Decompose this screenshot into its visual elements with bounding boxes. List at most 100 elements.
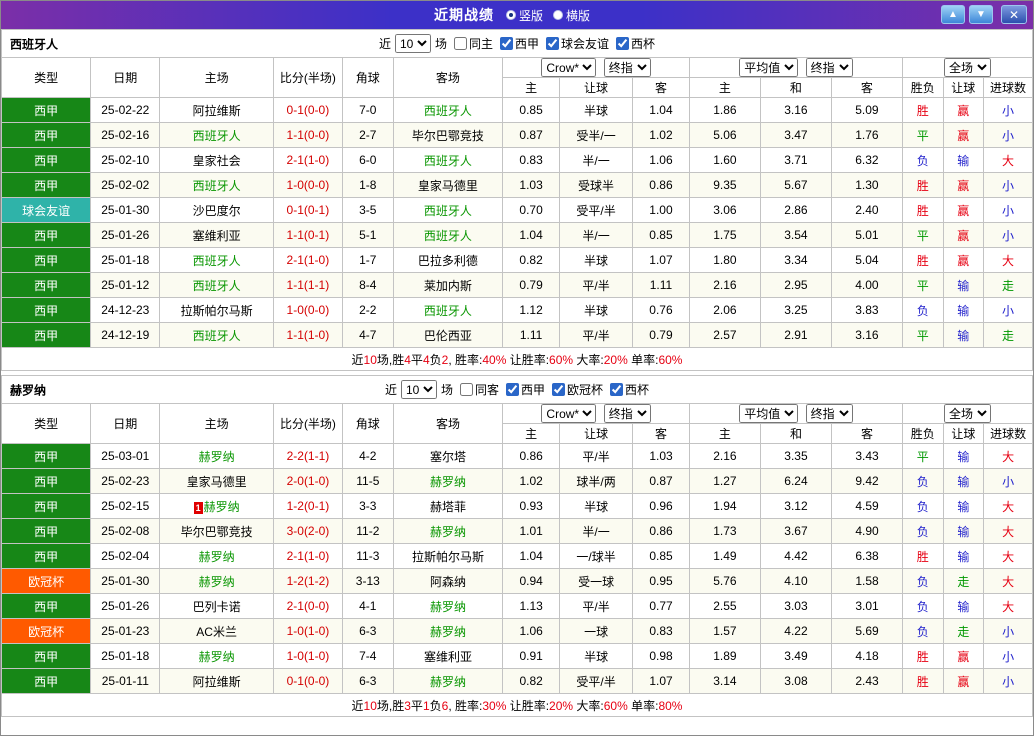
asian-source-select[interactable]: Crow* (541, 58, 597, 77)
team-name-link[interactable]: 赫罗纳 (199, 450, 235, 464)
team-name-link[interactable]: 毕尔巴鄂竞技 (412, 129, 484, 143)
euro-home-odds: 2.57 (688, 322, 761, 348)
layout-radio-horizontal[interactable]: 横版 (553, 7, 590, 24)
match-score-link[interactable]: 0-1(0-1) (272, 197, 343, 223)
match-score-link[interactable]: 1-1(1-0) (272, 322, 343, 348)
match-score-link[interactable]: 1-0(0-0) (272, 172, 343, 198)
result-goals: 大 (983, 568, 1033, 594)
scope-select[interactable]: 全场 (944, 404, 991, 423)
close-button[interactable]: ✕ (1001, 5, 1027, 24)
team-name-link[interactable]: 塞尔塔 (430, 450, 466, 464)
result-outcome: 平 (901, 122, 944, 148)
team-name-link[interactable]: 西班牙人 (424, 204, 472, 218)
team-name-link[interactable]: 西班牙人 (424, 229, 472, 243)
ucl-checkbox[interactable] (552, 383, 566, 396)
team-name-link[interactable]: 毕尔巴鄂竞技 (181, 525, 253, 539)
team-name-link[interactable]: 西班牙人 (424, 104, 472, 118)
match-score-link[interactable]: 1-1(1-1) (272, 272, 343, 298)
filter-bar: 近 10 场 同主 西甲 球会友谊 西杯 (3, 31, 1032, 57)
team-name-link[interactable]: 赫罗纳 (430, 475, 466, 489)
team-name-link[interactable]: 塞维利亚 (193, 229, 241, 243)
same-home-checkbox[interactable] (453, 37, 467, 50)
ucl-filter[interactable]: 欧冠杯 (552, 381, 603, 398)
team-name-link[interactable]: 皇家社会 (193, 154, 241, 168)
team-name-link[interactable]: 西班牙人 (424, 154, 472, 168)
filter-bar: 近 10 场 同客 西甲 欧冠杯 西杯 (3, 377, 1032, 403)
same-away-checkbox[interactable] (459, 383, 473, 396)
match-score-link[interactable]: 2-1(1-0) (272, 247, 343, 273)
team-name-link[interactable]: 拉斯帕尔马斯 (412, 550, 484, 564)
same-away-filter[interactable]: 同客 (459, 381, 499, 398)
match-score-link[interactable]: 1-1(0-1) (272, 222, 343, 248)
match-score-link[interactable]: 2-0(1-0) (272, 468, 343, 494)
match-score-link[interactable]: 1-2(1-2) (272, 568, 343, 594)
match-score-link[interactable]: 1-1(0-0) (272, 122, 343, 148)
laliga-filter[interactable]: 西甲 (506, 381, 545, 398)
recent-count-select[interactable]: 10 (394, 34, 431, 53)
euro-kind-select[interactable]: 终指 (805, 58, 853, 77)
asian-kind-select[interactable]: 终指 (603, 58, 651, 77)
team-name-link[interactable]: 西班牙人 (193, 279, 241, 293)
team-name-link[interactable]: 阿拉维斯 (193, 675, 241, 689)
match-score-link[interactable]: 0-1(0-0) (272, 97, 343, 123)
match-score-link[interactable]: 3-0(2-0) (272, 518, 343, 544)
team-name-link[interactable]: AC米兰 (196, 625, 237, 639)
copa-checkbox[interactable] (610, 383, 624, 396)
match-score-link[interactable]: 2-1(1-0) (272, 147, 343, 173)
team-name-link[interactable]: 赫罗纳 (199, 550, 235, 564)
team-name-link[interactable]: 赫罗纳 (199, 575, 235, 589)
laliga-checkbox[interactable] (506, 383, 519, 396)
same-home-filter[interactable]: 同主 (453, 35, 493, 52)
match-score-link[interactable]: 2-2(1-1) (272, 443, 343, 469)
team-name-link[interactable]: 赫罗纳 (430, 675, 466, 689)
team-name-link[interactable]: 阿拉维斯 (193, 104, 241, 118)
team-name-link[interactable]: 沙巴度尔 (193, 204, 241, 218)
match-score-link[interactable]: 1-2(0-1) (272, 493, 343, 519)
copa-checkbox[interactable] (616, 37, 630, 50)
euro-source-select[interactable]: 平均值 (739, 58, 799, 77)
scope-select[interactable]: 全场 (943, 58, 991, 77)
match-score-link[interactable]: 2-1(0-0) (272, 593, 343, 619)
away-team-cell: 塞维利亚 (392, 643, 504, 669)
match-score-link[interactable]: 1-0(1-0) (272, 618, 343, 644)
team-name-link[interactable]: 巴伦西亚 (424, 329, 472, 343)
team-name-link[interactable]: 巴拉多利德 (418, 254, 478, 268)
match-score-link[interactable]: 1-0(1-0) (272, 643, 343, 669)
layout-radio-vertical[interactable]: 竖版 (505, 7, 543, 24)
scroll-down-button[interactable]: ▼ (969, 5, 993, 24)
team-name-link[interactable]: 赫罗纳 (430, 600, 466, 614)
team-name-link[interactable]: 拉斯帕尔马斯 (181, 304, 253, 318)
euro-source-select[interactable]: 平均值 (739, 404, 799, 423)
team-name-link[interactable]: 西班牙人 (424, 304, 472, 318)
team-name-link[interactable]: 赫罗纳 (430, 525, 466, 539)
team-name-link[interactable]: 皇家马德里 (418, 179, 478, 193)
asian-kind-select[interactable]: 终指 (603, 404, 651, 423)
asian-source-select[interactable]: Crow* (541, 404, 597, 423)
match-score-link[interactable]: 0-1(0-0) (272, 668, 343, 694)
friendly-checkbox[interactable] (546, 37, 560, 50)
copa-filter[interactable]: 西杯 (610, 381, 649, 398)
team-name-link[interactable]: 西班牙人 (193, 254, 241, 268)
team-name-link[interactable]: 西班牙人 (193, 129, 241, 143)
team-name-link[interactable]: 西班牙人 (193, 179, 241, 193)
team-name-link[interactable]: 莱加内斯 (424, 279, 472, 293)
team-name-link[interactable]: 巴列卡诺 (193, 600, 241, 614)
team-name-link[interactable]: 赫罗纳 (430, 625, 466, 639)
team-name-link[interactable]: 西班牙人 (193, 329, 241, 343)
team-name-link[interactable]: 赫罗纳 (204, 500, 240, 514)
scroll-up-button[interactable]: ▲ (941, 5, 965, 24)
match-score-link[interactable]: 2-1(1-0) (272, 543, 343, 569)
match-score-link[interactable]: 1-0(0-0) (272, 297, 343, 323)
team-name-link[interactable]: 皇家马德里 (187, 475, 247, 489)
league-type: 西甲 (1, 97, 92, 123)
friendly-filter[interactable]: 球会友谊 (546, 35, 609, 52)
team-name-link[interactable]: 赫塔菲 (430, 500, 466, 514)
recent-count-select[interactable]: 10 (400, 380, 437, 399)
euro-kind-select[interactable]: 终指 (805, 404, 853, 423)
laliga-checkbox[interactable] (500, 37, 513, 50)
team-name-link[interactable]: 阿森纳 (430, 575, 466, 589)
laliga-filter[interactable]: 西甲 (500, 35, 539, 52)
copa-filter[interactable]: 西杯 (616, 35, 655, 52)
team-name-link[interactable]: 塞维利亚 (424, 650, 472, 664)
team-name-link[interactable]: 赫罗纳 (199, 650, 235, 664)
